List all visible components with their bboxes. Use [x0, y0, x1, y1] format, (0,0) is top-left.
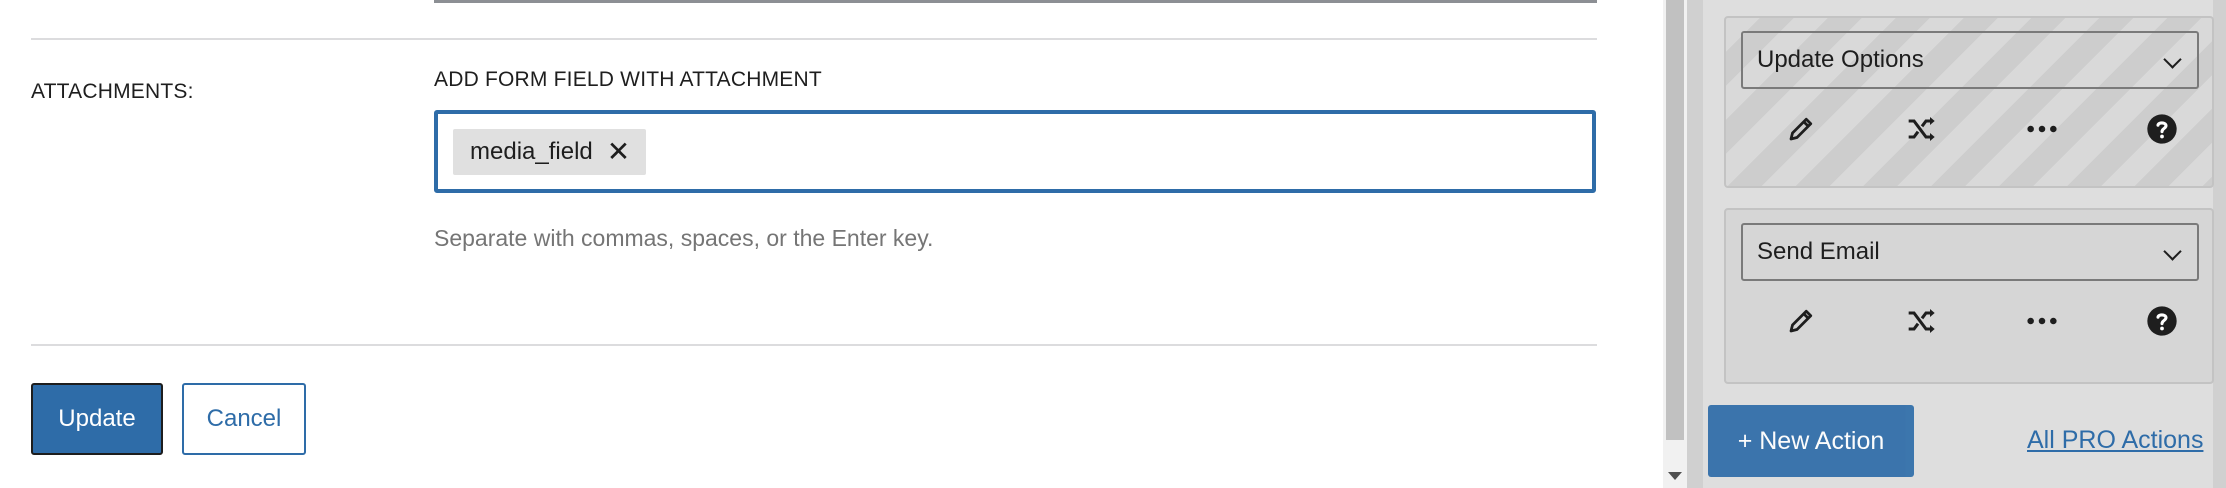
scroll-down-arrow-icon[interactable] — [1668, 472, 1682, 480]
action-card-update-options: Update Options — [1724, 16, 2214, 188]
attachments-label: ATTACHMENTS: — [31, 80, 194, 103]
help-circle-icon[interactable] — [2145, 112, 2179, 146]
action-icon-row — [1726, 290, 2212, 350]
section-divider-top — [31, 38, 1597, 40]
remove-token-icon[interactable]: ✕ — [607, 138, 630, 166]
add-form-field-label: ADD FORM FIELD WITH ATTACHMENT — [434, 68, 822, 91]
action-type-select[interactable]: Send Email — [1741, 223, 2199, 281]
new-action-button[interactable]: + New Action — [1708, 405, 1914, 477]
cancel-button[interactable]: Cancel — [182, 383, 306, 455]
shuffle-icon[interactable] — [1905, 304, 1939, 338]
token-label: media_field — [470, 138, 593, 165]
vertical-scrollbar[interactable] — [1663, 0, 1687, 488]
help-circle-icon[interactable] — [2145, 304, 2179, 338]
action-type-select[interactable]: Update Options — [1741, 31, 2199, 89]
section-divider-bottom — [31, 344, 1597, 346]
attachment-field-token-input[interactable]: media_field ✕ — [434, 110, 1596, 193]
pencil-icon[interactable] — [1784, 112, 1818, 146]
pencil-icon[interactable] — [1784, 304, 1818, 338]
token-help-text: Separate with commas, spaces, or the Ent… — [434, 225, 934, 251]
chevron-down-icon — [2163, 242, 2182, 261]
action-icon-row — [1726, 98, 2212, 158]
all-pro-actions-link[interactable]: All PRO Actions — [2027, 426, 2203, 455]
form-panel: ATTACHMENTS: ADD FORM FIELD WITH ATTACHM… — [0, 0, 1663, 488]
action-select-value: Send Email — [1757, 238, 1880, 265]
action-select-value: Update Options — [1757, 46, 1924, 73]
chevron-down-icon — [2163, 50, 2182, 69]
shuffle-icon[interactable] — [1905, 112, 1939, 146]
more-dots-icon[interactable] — [2025, 304, 2059, 338]
update-button[interactable]: Update — [31, 383, 163, 455]
token-media-field: media_field ✕ — [453, 129, 647, 175]
action-card-send-email: Send Email — [1724, 208, 2214, 384]
scrollbar-thumb[interactable] — [1666, 0, 1684, 440]
previous-field-bottom-edge — [434, 0, 1597, 3]
more-dots-icon[interactable] — [2025, 112, 2059, 146]
